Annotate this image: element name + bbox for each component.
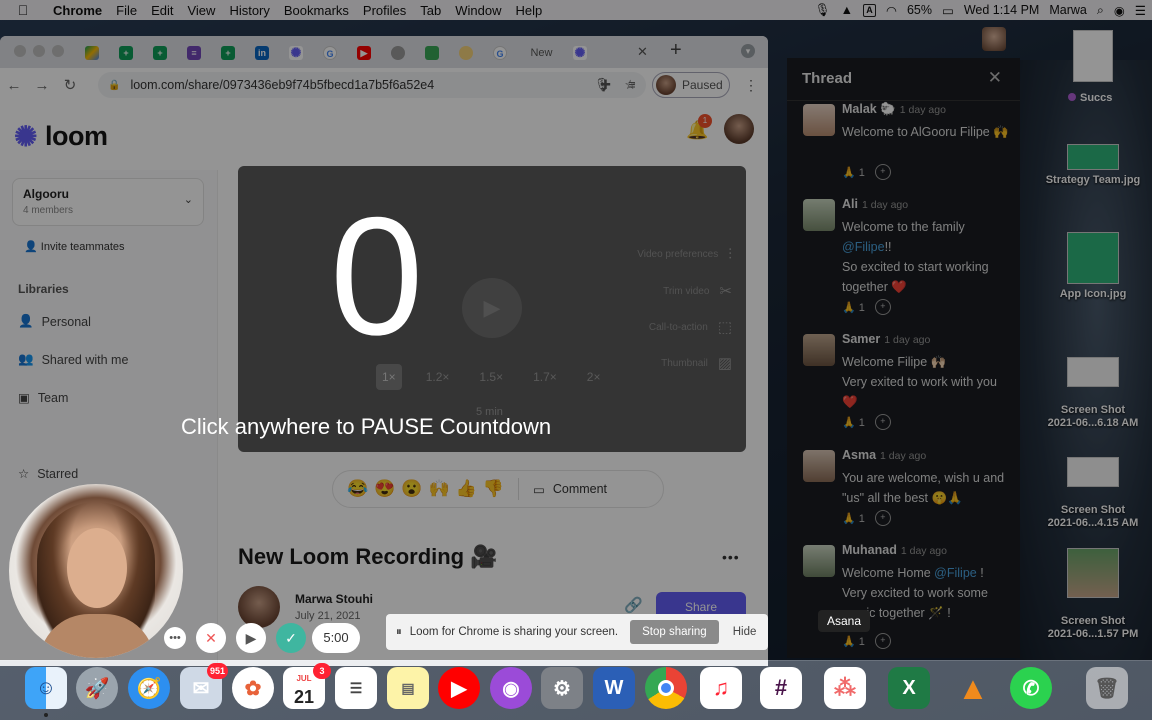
podcasts-icon[interactable]: ◉ — [490, 667, 532, 709]
chrome-center — [658, 680, 674, 696]
running-indicator — [44, 713, 48, 717]
calendar-month: JUL — [296, 674, 312, 683]
cancel-recording-button[interactable]: ✕ — [196, 623, 226, 653]
dock: ☺ 🚀 🧭 ✉ 951 ✿ JUL 21 3 ☰ ▤ ▶ ◉ ⚙ W ♫ # ⁂ X … — [0, 660, 1152, 720]
countdown-message[interactable]: Click anywhere to PAUSE Countdown — [181, 414, 551, 440]
countdown-number[interactable]: 0 — [330, 192, 423, 360]
mail-badge: 951 — [206, 663, 228, 679]
word-icon[interactable]: W — [593, 667, 635, 709]
music-icon[interactable]: ♫ — [700, 667, 742, 709]
more-options-button[interactable]: ••• — [164, 627, 186, 649]
screen-share-message: Loom for Chrome is sharing your screen. — [409, 626, 619, 638]
stop-sharing-button[interactable]: Stop sharing — [630, 620, 719, 644]
slack-icon[interactable]: # — [760, 667, 802, 709]
photos-icon[interactable]: ✿ — [232, 667, 274, 709]
mail-icon[interactable]: ✉ 951 — [180, 663, 228, 709]
calendar-icon[interactable]: JUL 21 3 — [283, 663, 331, 709]
finish-recording-button[interactable]: ✓ — [276, 623, 306, 653]
pause-recording-button[interactable]: ▶ — [236, 623, 266, 653]
system-preferences-icon[interactable]: ⚙ — [541, 667, 583, 709]
pause-icon: ⏸ — [396, 625, 402, 638]
notes-icon[interactable]: ▤ — [387, 667, 429, 709]
vlc-icon[interactable]: ▲ — [952, 667, 994, 709]
finder-icon[interactable]: ☺ — [25, 667, 67, 717]
whatsapp-icon[interactable]: ✆ — [1010, 667, 1052, 709]
dock-tooltip: Asana — [818, 610, 871, 632]
reminders-icon[interactable]: ☰ — [335, 667, 377, 709]
calendar-day: 21 — [293, 687, 315, 707]
trash-icon[interactable]: 🗑 — [1086, 667, 1128, 709]
hide-button[interactable]: Hide — [733, 626, 757, 638]
asana-icon[interactable]: ⁂ — [824, 667, 866, 709]
webcam-bubble[interactable] — [9, 484, 183, 658]
chrome-icon[interactable] — [645, 667, 687, 709]
excel-icon[interactable]: X — [888, 667, 930, 709]
recording-timer: 5:00 — [312, 623, 360, 653]
calendar-badge: 3 — [313, 663, 331, 679]
safari-icon[interactable]: 🧭 — [128, 667, 170, 709]
webcam-face — [67, 528, 127, 608]
launchpad-icon[interactable]: 🚀 — [76, 667, 118, 709]
screen-share-bar: ⏸ Loom for Chrome is sharing your screen… — [386, 614, 768, 650]
youtube-music-icon[interactable]: ▶ — [438, 667, 480, 709]
